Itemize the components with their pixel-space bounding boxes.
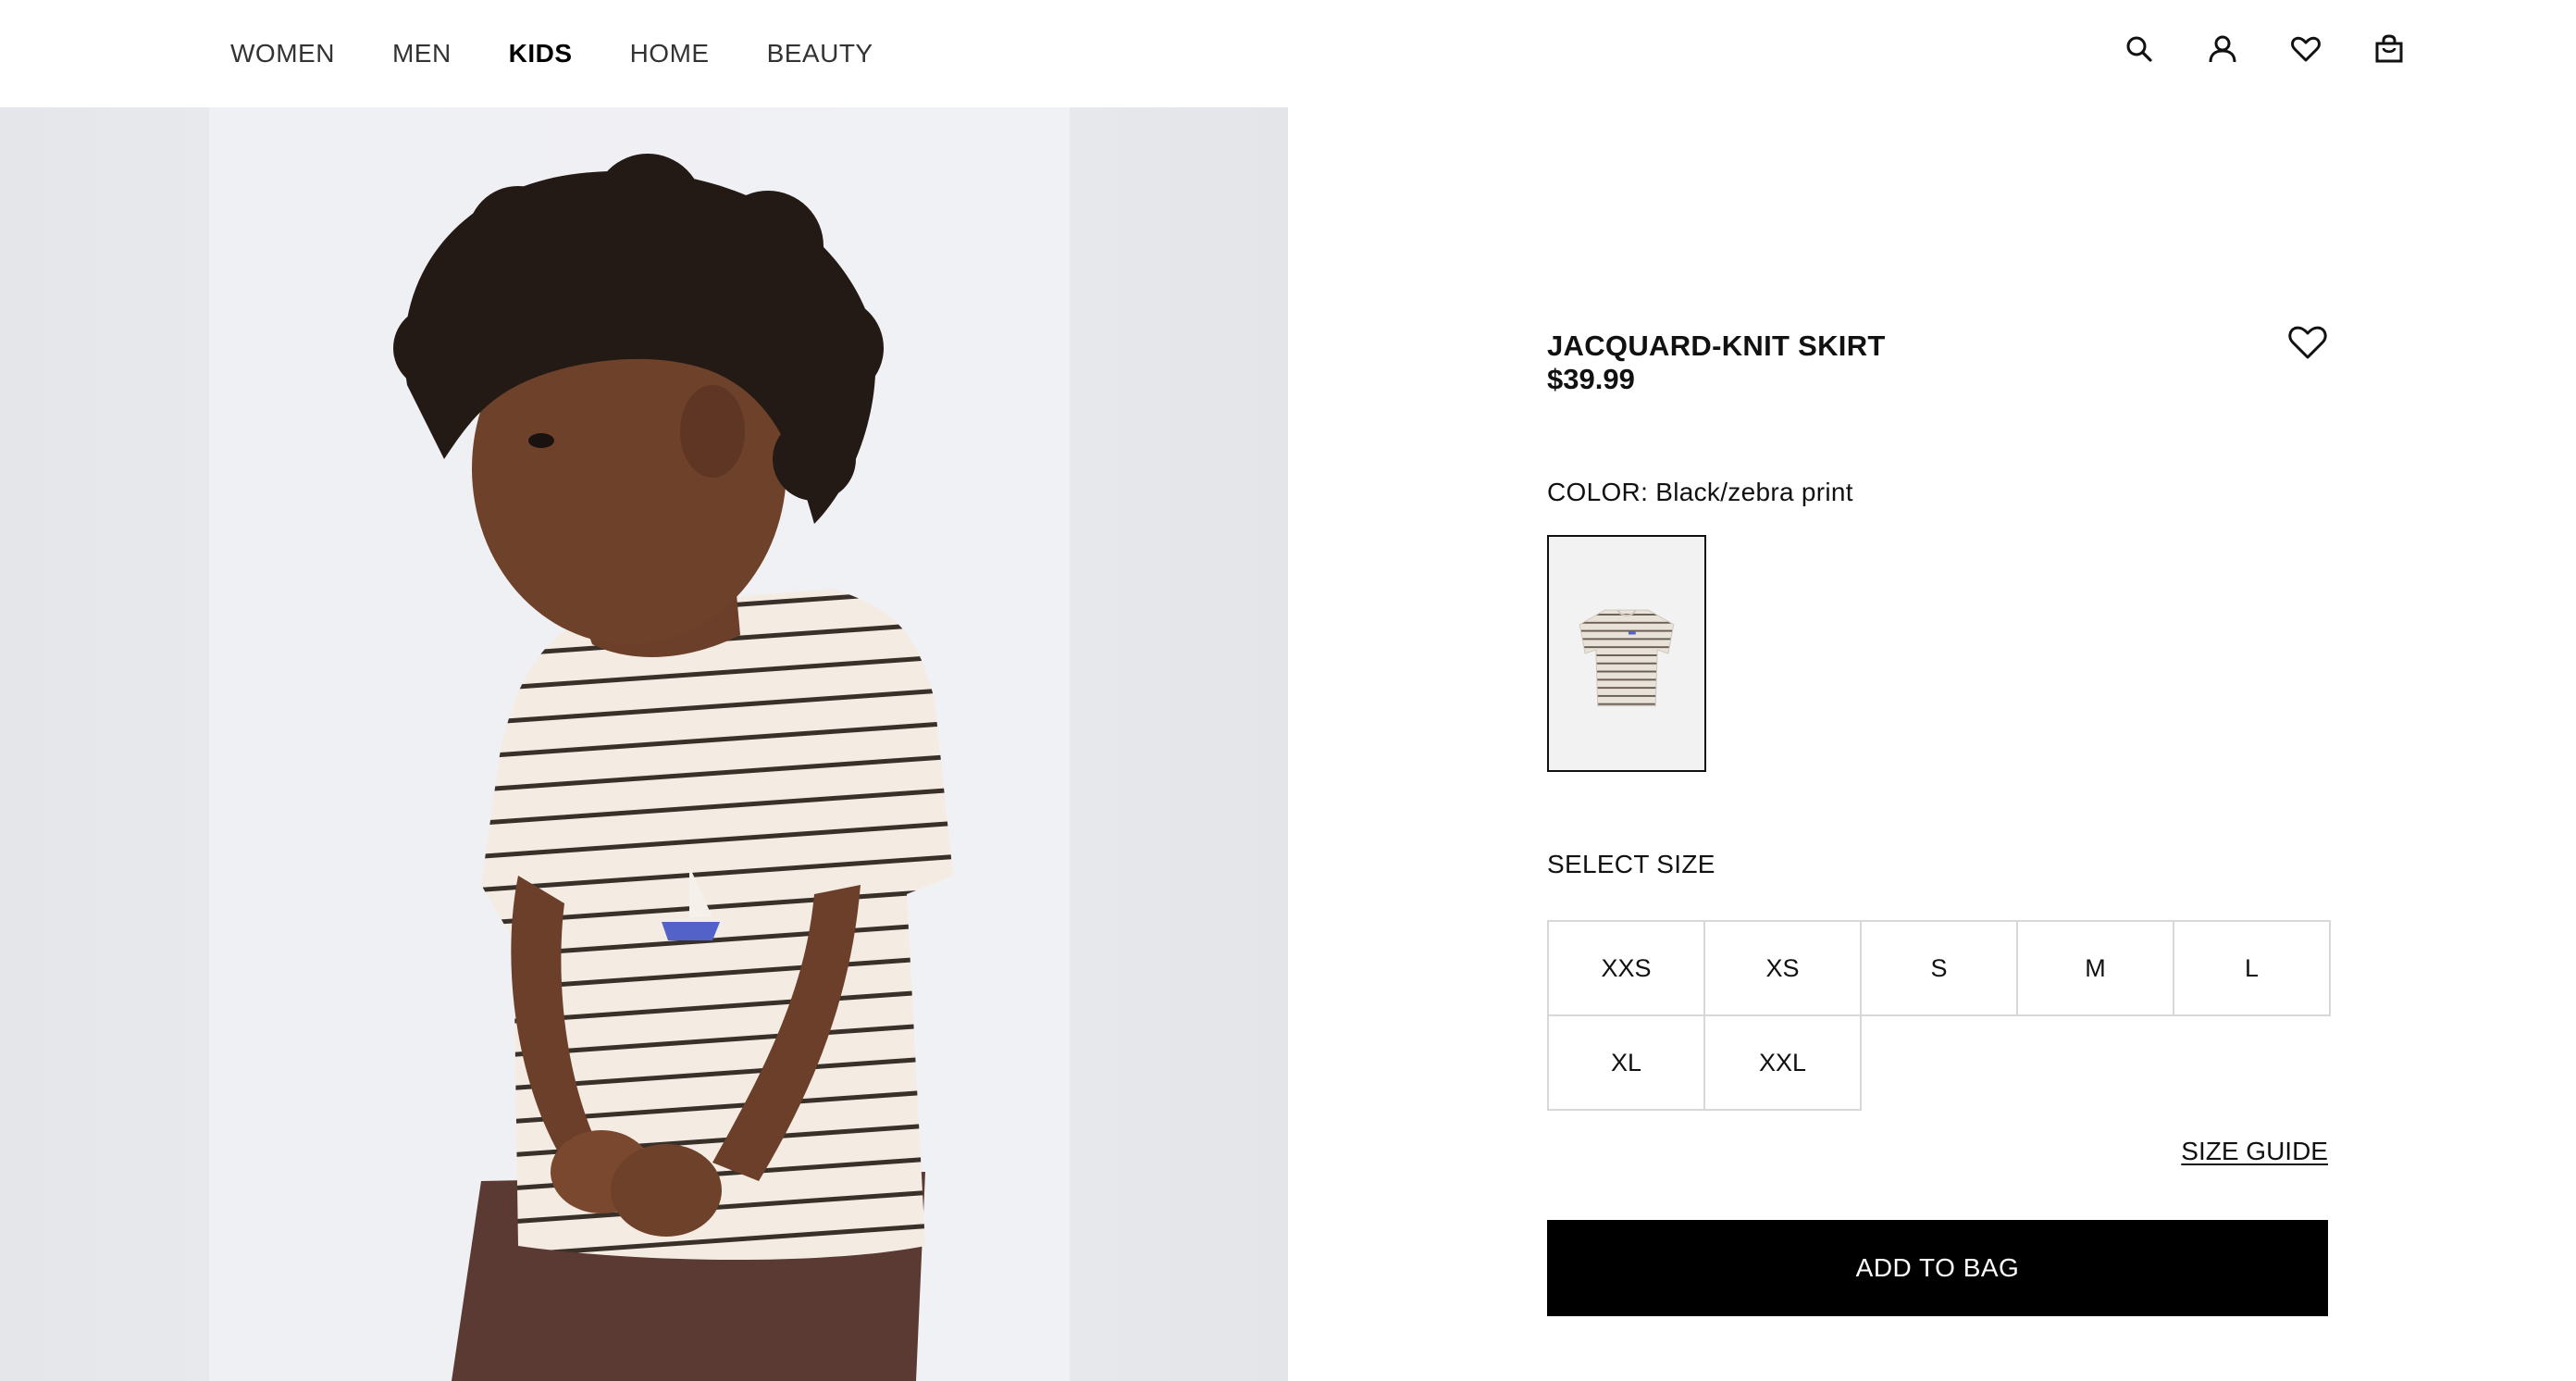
size-guide-link[interactable]: SIZE GUIDE xyxy=(2181,1137,2328,1166)
size-option-m[interactable]: M xyxy=(2016,920,2174,1016)
product-photo-illustration xyxy=(393,154,953,1381)
size-option-xs[interactable]: XS xyxy=(1703,920,1862,1016)
product-image[interactable] xyxy=(0,107,1288,1381)
color-swatch-selected[interactable] xyxy=(1547,535,1706,772)
size-option-xxs[interactable]: XXS xyxy=(1547,920,1705,1016)
shopping-bag-icon[interactable] xyxy=(2373,33,2405,65)
product-price: $39.99 xyxy=(1547,363,1635,395)
size-selector: XXS XS S M L XL XXL xyxy=(1547,920,2331,1111)
size-label: SELECT SIZE xyxy=(1547,850,1715,878)
nav-item-women[interactable]: WOMEN xyxy=(230,39,335,68)
size-option-xxl[interactable]: XXL xyxy=(1703,1014,1862,1111)
product-details: JACQUARD-KNIT SKIRT $39.99 COLOR: Black/… xyxy=(1547,0,2331,1381)
tshirt-thumbnail-icon xyxy=(1579,609,1675,707)
nav-item-home[interactable]: HOME xyxy=(630,39,710,68)
nav-item-beauty[interactable]: BEAUTY xyxy=(767,39,873,68)
size-option-s[interactable]: S xyxy=(1860,920,2018,1016)
nav-item-kids[interactable]: KIDS xyxy=(509,39,573,68)
add-to-bag-button[interactable]: ADD TO BAG xyxy=(1547,1220,2328,1316)
size-option-l[interactable]: L xyxy=(2173,920,2331,1016)
product-title: JACQUARD-KNIT SKIRT xyxy=(1547,330,1886,362)
size-option-xl[interactable]: XL xyxy=(1547,1014,1705,1111)
main-nav: WOMEN MEN KIDS HOME BEAUTY xyxy=(230,0,931,107)
add-to-wishlist-heart-icon[interactable] xyxy=(2287,324,2328,361)
nav-item-men[interactable]: MEN xyxy=(392,39,452,68)
color-label: COLOR: Black/zebra print xyxy=(1547,478,1853,506)
